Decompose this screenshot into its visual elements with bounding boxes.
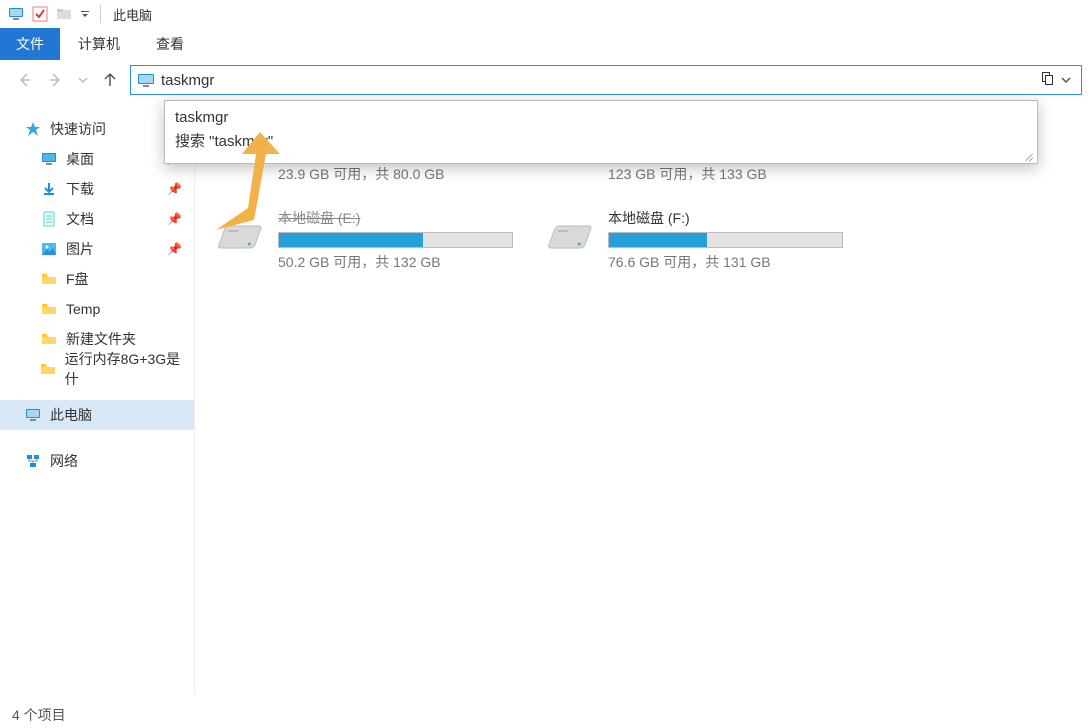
qat-dropdown-icon[interactable] xyxy=(80,6,90,22)
resize-grip-icon[interactable] xyxy=(1023,149,1035,161)
folder-icon xyxy=(40,360,57,378)
network-icon xyxy=(24,452,42,470)
ribbon-tab-computer[interactable]: 计算机 xyxy=(60,28,138,60)
address-dropdown-icon[interactable] xyxy=(1057,74,1075,86)
sidebar-item[interactable]: 下载 📌 xyxy=(0,174,194,204)
drive-name: 本地磁盘 (E:) xyxy=(278,208,513,228)
address-copy-icon[interactable] xyxy=(1039,71,1057,89)
pin-icon: 📌 xyxy=(167,182,182,196)
drive-item[interactable]: 本地磁盘 (F:) 76.6 GB 可用，共 131 GB xyxy=(543,208,843,272)
this-pc-icon xyxy=(8,6,24,22)
body: 快速访问 桌面📌下载📌文档📌图片📌F盘Temp新建文件夹运行内存8G+3G是什 … xyxy=(0,100,1092,694)
sidebar-network[interactable]: 网络 xyxy=(0,446,194,476)
drive-usage-text: 123 GB 可用，共 133 GB xyxy=(608,164,843,184)
ribbon-file-tab[interactable]: 文件 xyxy=(0,28,60,60)
drive-usage-text: 23.9 GB 可用，共 80.0 GB xyxy=(278,164,513,184)
nav-back-button[interactable] xyxy=(12,68,36,92)
drive-name: 本地磁盘 (F:) xyxy=(608,208,843,228)
doc-icon xyxy=(40,210,58,228)
drive-usage-bar xyxy=(608,232,843,248)
sidebar-item[interactable]: 文档 📌 xyxy=(0,204,194,234)
sidebar-item-label: F盘 xyxy=(66,269,89,289)
drive-info: 本地磁盘 (E:) 50.2 GB 可用，共 132 GB xyxy=(278,208,513,272)
pin-icon: 📌 xyxy=(167,212,182,226)
window-title: 此电脑 xyxy=(113,5,152,24)
autocomplete-item[interactable]: taskmgr xyxy=(175,107,1027,128)
this-pc-icon xyxy=(24,406,42,424)
drive-usage-text: 76.6 GB 可用，共 131 GB xyxy=(608,252,843,272)
nav-forward-button[interactable] xyxy=(44,68,68,92)
drive-icon xyxy=(543,208,596,256)
address-autocomplete: taskmgr 搜索 "taskmgr" xyxy=(164,100,1038,164)
title-bar: 此电脑 xyxy=(0,0,1092,28)
autocomplete-item[interactable]: 搜索 "taskmgr" xyxy=(175,128,1027,153)
sidebar-item-label: 图片 xyxy=(66,239,94,259)
ribbon-tab-view[interactable]: 查看 xyxy=(138,28,202,60)
download-icon xyxy=(40,180,58,198)
drive-icon xyxy=(213,208,266,256)
status-bar: 4 个项目 xyxy=(0,702,1092,728)
drive-item[interactable]: 本地磁盘 (E:) 50.2 GB 可用，共 132 GB xyxy=(213,208,513,272)
navigation-row: taskmgr xyxy=(0,60,1092,100)
folder-icon xyxy=(40,270,58,288)
content-pane[interactable]: 本地磁盘 (C:)23.9 GB 可用，共 80.0 GB本地磁盘 (D:)12… xyxy=(195,100,1092,694)
sidebar-item-label: 桌面 xyxy=(66,149,94,169)
sidebar-item[interactable]: Temp xyxy=(0,294,194,324)
sidebar-item[interactable]: F盘 xyxy=(0,264,194,294)
address-bar[interactable]: taskmgr xyxy=(130,65,1082,95)
sidebar-item[interactable]: 图片 📌 xyxy=(0,234,194,264)
star-icon xyxy=(24,120,42,138)
sidebar-item-label: 文档 xyxy=(66,209,94,229)
desktop-icon xyxy=(40,150,58,168)
address-input[interactable]: taskmgr xyxy=(161,72,1035,89)
sidebar-item-label: 新建文件夹 xyxy=(66,329,136,349)
sidebar-item-label: 下载 xyxy=(66,179,94,199)
drive-usage-text: 50.2 GB 可用，共 132 GB xyxy=(278,252,513,272)
sidebar-item-label: 网络 xyxy=(50,451,78,471)
qat-checkbox-icon[interactable] xyxy=(32,6,48,22)
address-pc-icon xyxy=(137,71,155,89)
sidebar: 快速访问 桌面📌下载📌文档📌图片📌F盘Temp新建文件夹运行内存8G+3G是什 … xyxy=(0,100,195,694)
pin-icon: 📌 xyxy=(167,242,182,256)
drive-usage-bar xyxy=(278,232,513,248)
drive-info: 本地磁盘 (F:) 76.6 GB 可用，共 131 GB xyxy=(608,208,843,272)
nav-up-button[interactable] xyxy=(98,68,122,92)
folder-icon xyxy=(40,330,58,348)
sidebar-item-label: 快速访问 xyxy=(50,119,106,139)
picture-icon xyxy=(40,240,58,258)
sidebar-this-pc[interactable]: 此电脑 xyxy=(0,400,194,430)
sidebar-item-label: Temp xyxy=(66,301,100,317)
status-item-count: 4 个项目 xyxy=(12,705,66,725)
title-separator xyxy=(100,5,101,23)
sidebar-item[interactable]: 运行内存8G+3G是什 xyxy=(0,354,194,384)
sidebar-item-label: 运行内存8G+3G是什 xyxy=(65,349,184,389)
nav-history-button[interactable] xyxy=(76,68,90,92)
sidebar-item-label: 此电脑 xyxy=(50,405,92,425)
qat-folder-icon[interactable] xyxy=(56,6,72,22)
ribbon: 文件 计算机 查看 xyxy=(0,28,1092,60)
folder-icon xyxy=(40,300,58,318)
